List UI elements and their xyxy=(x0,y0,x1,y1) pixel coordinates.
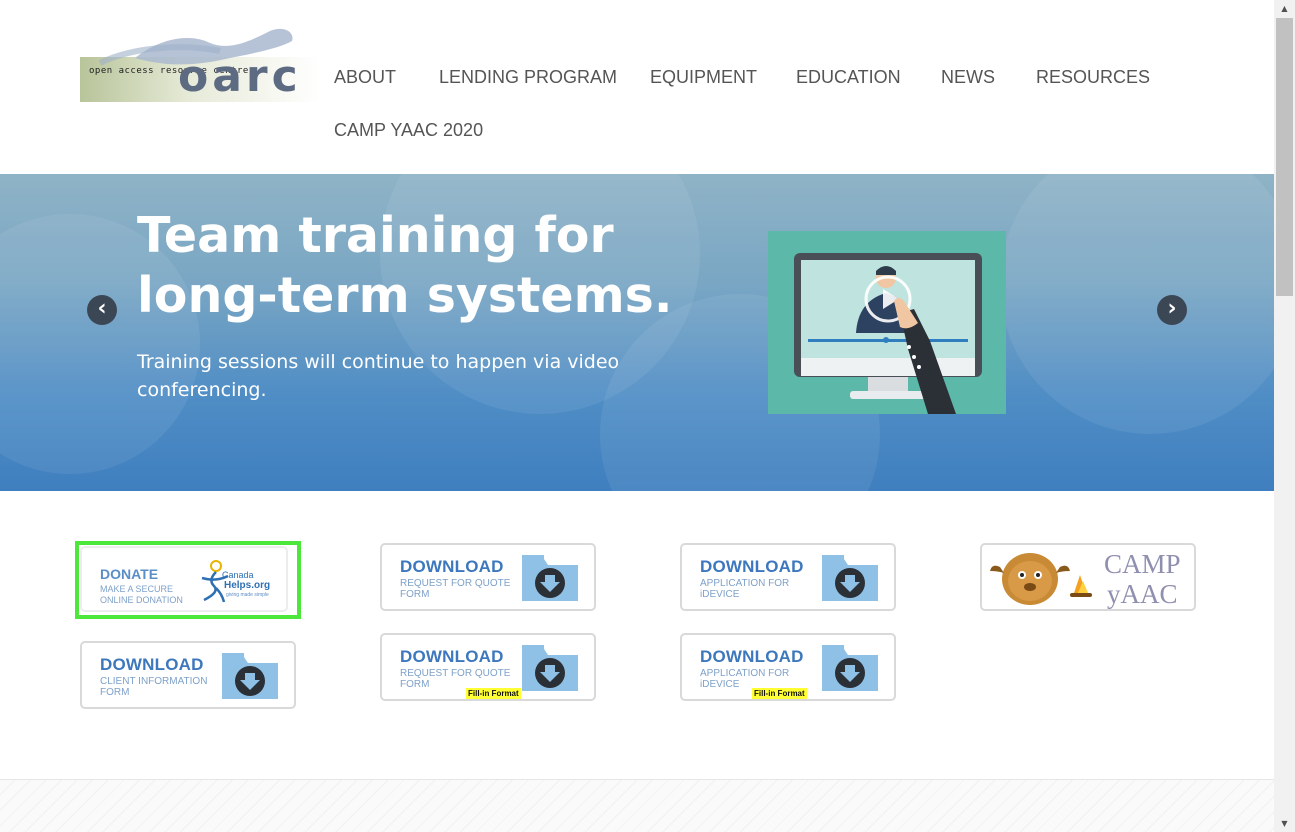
page-scrollbar[interactable]: ▲ ▼ xyxy=(1274,0,1295,832)
canadahelps-line2: Helps.org xyxy=(224,580,271,591)
nav-education[interactable]: EDUCATION xyxy=(796,67,901,88)
download-folder-icon xyxy=(822,555,878,601)
camp-yaac-button[interactable]: CAMP yAAC xyxy=(980,543,1196,611)
slider-next-button[interactable]: › xyxy=(1157,295,1187,325)
donate-button[interactable]: DONATE MAKE A SECURE ONLINE DONATION Can… xyxy=(80,546,288,612)
chevron-left-icon: ‹ xyxy=(97,296,107,321)
slide-title-line1: Team training for xyxy=(137,207,614,264)
donate-title: DONATE xyxy=(100,566,159,582)
download-idevice-application-button[interactable]: DOWNLOAD APPLICATION FOR iDEVICE xyxy=(680,543,896,611)
nav-equipment[interactable]: EQUIPMENT xyxy=(650,67,757,88)
download-folder-icon xyxy=(822,645,878,691)
video-conference-illustration xyxy=(768,231,1006,414)
download-folder-icon xyxy=(522,645,578,691)
nav-lending-program[interactable]: LENDING PROGRAM xyxy=(439,67,617,88)
download-client-information-button[interactable]: DOWNLOAD CLIENT INFORMATION FORM xyxy=(80,641,296,709)
slide-title-line2: long-term systems. xyxy=(137,267,673,324)
button-title: DOWNLOAD xyxy=(400,557,504,576)
nav-news[interactable]: NEWS xyxy=(941,67,995,88)
fill-in-format-badge: Fill-in Format xyxy=(752,688,807,699)
camp-yaac-wordmark: CAMP yAAC xyxy=(1104,549,1181,609)
download-idevice-fillin-button[interactable]: DOWNLOAD APPLICATION FOR iDEVICE Fill-in… xyxy=(680,633,896,701)
button-subtitle: CLIENT INFORMATION FORM xyxy=(100,676,208,698)
canadahelps-logo: Canada Helps.org giving made simple xyxy=(200,560,282,610)
download-quote-form-fillin-button[interactable]: DOWNLOAD REQUEST FOR QUOTE FORM Fill-in … xyxy=(380,633,596,701)
button-title: DOWNLOAD xyxy=(100,655,204,674)
button-title: DOWNLOAD xyxy=(700,557,804,576)
fill-in-format-badge: Fill-in Format xyxy=(466,688,521,699)
download-quote-form-button[interactable]: DOWNLOAD REQUEST FOR QUOTE FORM xyxy=(380,543,596,611)
scrollbar-thumb[interactable] xyxy=(1276,18,1293,296)
hero-slider: Team training for long-term systems. Tra… xyxy=(0,174,1274,491)
slider-prev-button[interactable]: ‹ xyxy=(87,295,117,325)
download-folder-icon xyxy=(222,653,278,699)
slide-subtitle: Training sessions will continue to happe… xyxy=(137,351,620,401)
camp-line1: CAMP xyxy=(1104,549,1181,579)
camp-line2: yAAC xyxy=(1107,579,1178,609)
button-subtitle: REQUEST FOR QUOTE FORM xyxy=(400,578,511,600)
logo-wordmark: oarc xyxy=(178,51,302,102)
site-header: open access resource centre oarc ABOUT L… xyxy=(0,0,1274,174)
download-folder-icon xyxy=(522,555,578,601)
canadahelps-tag: giving made simple xyxy=(226,592,269,598)
yak-mascot-icon xyxy=(990,553,1092,605)
slide-title: Team training for long-term systems. xyxy=(137,206,672,326)
nav-resources[interactable]: RESOURCES xyxy=(1036,67,1150,88)
button-title: DOWNLOAD xyxy=(700,647,804,666)
scroll-up-arrow-icon[interactable]: ▲ xyxy=(1274,0,1295,17)
button-subtitle: APPLICATION FOR iDEVICE xyxy=(700,578,790,600)
slider-decor xyxy=(1000,174,1274,434)
nav-about[interactable]: ABOUT xyxy=(334,67,396,88)
oarc-logo[interactable]: open access resource centre oarc xyxy=(80,13,320,103)
button-subtitle: APPLICATION FOR iDEVICE xyxy=(700,668,790,690)
chevron-right-icon: › xyxy=(1167,296,1177,321)
scroll-down-arrow-icon[interactable]: ▼ xyxy=(1274,815,1295,832)
donate-subtitle: MAKE A SECURE ONLINE DONATION xyxy=(100,584,183,605)
button-subtitle: REQUEST FOR QUOTE FORM xyxy=(400,668,511,690)
button-title: DOWNLOAD xyxy=(400,647,504,666)
canadahelps-line1: Canada xyxy=(222,570,254,580)
footer-pattern-band xyxy=(0,779,1274,832)
monitor-icon xyxy=(794,253,982,414)
nav-camp-yaac-2020[interactable]: CAMP YAAC 2020 xyxy=(334,120,483,141)
